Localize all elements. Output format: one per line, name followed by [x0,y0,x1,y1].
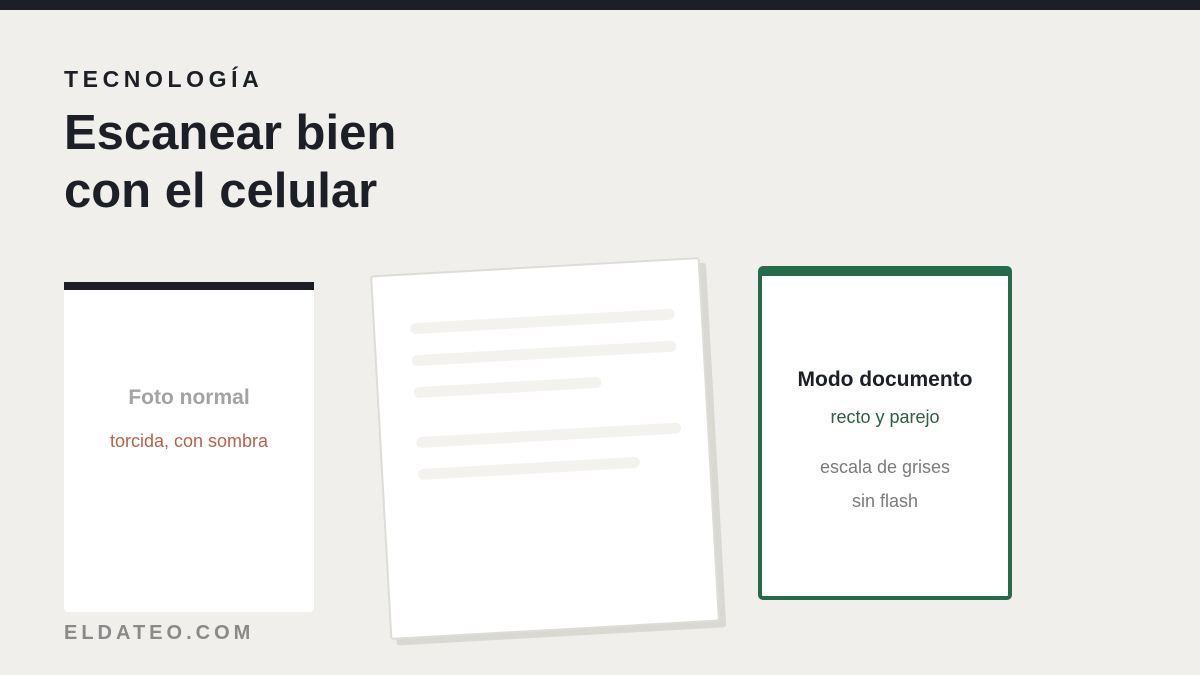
paper-sheet [370,257,720,640]
paper-text-line [416,422,682,449]
normal-photo-title: Foto normal [128,386,250,409]
infographic-page: TECNOLOGÍA Escanear bien con el celular … [0,0,1200,675]
page-title: Escanear bien con el celular [64,104,624,220]
paper-text-line [417,456,641,481]
paper-text-line [411,340,677,367]
document-mode-card: Modo documento recto y parejo escala de … [758,266,1012,600]
tilted-paper-illustration [370,257,727,646]
normal-photo-subtitle: torcida, con sombra [109,431,269,451]
page-title-line-2: con el celular [64,164,378,218]
site-footer: ELDATEO.COM [64,622,255,644]
page-title-line-1: Escanear bien [64,106,397,160]
section-kicker: TECNOLOGÍA [64,66,264,92]
document-mode-subtitle: recto y parejo [830,407,940,427]
paper-text-line [409,308,676,335]
normal-photo-card: Foto normal torcida, con sombra [64,282,314,612]
document-mode-note: escala de grises [819,457,951,477]
paper-text-line [413,376,602,399]
document-mode-note: sin flash [851,491,919,511]
top-bar [0,0,1200,10]
document-mode-title: Modo documento [797,368,973,391]
